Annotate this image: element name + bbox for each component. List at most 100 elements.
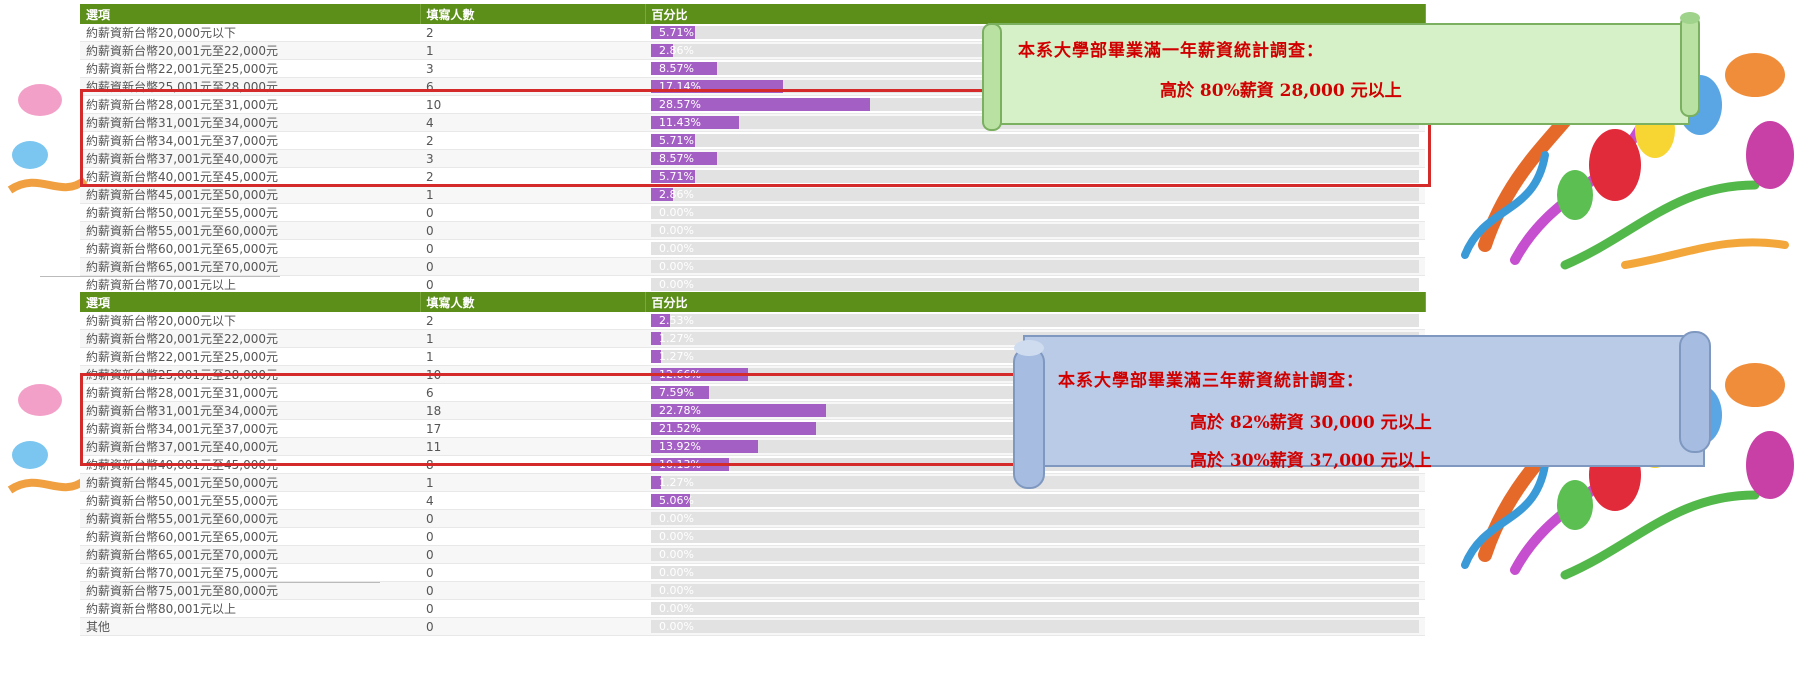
table-row: 約薪資新台幣60,001元至65,000元 0 0.00% bbox=[80, 239, 1425, 258]
percent-label: 0.00% bbox=[659, 620, 694, 633]
percent-cell: 5.71% bbox=[645, 167, 1425, 186]
option-label: 約薪資新台幣60,001元至65,000元 bbox=[80, 239, 420, 258]
percent-label: 10.13% bbox=[659, 458, 701, 471]
percent-label: 5.71% bbox=[659, 170, 694, 183]
column-header-percent: 百分比 bbox=[645, 292, 1426, 312]
percent-label: 0.00% bbox=[659, 566, 694, 579]
percent-label: 13.92% bbox=[659, 440, 701, 453]
percent-label: 0.00% bbox=[659, 206, 694, 219]
option-label: 約薪資新台幣22,001元至25,000元 bbox=[80, 59, 420, 78]
respondent-count: 6 bbox=[420, 383, 645, 402]
table-row: 約薪資新台幣65,001元至70,000元 0 0.00% bbox=[80, 257, 1425, 276]
respondent-count: 0 bbox=[420, 563, 645, 582]
percent-cell: 0.00% bbox=[645, 275, 1425, 294]
option-label: 約薪資新台幣75,001元至80,000元 bbox=[80, 581, 420, 600]
percent-label: 1.27% bbox=[659, 476, 694, 489]
percent-label: 0.00% bbox=[659, 242, 694, 255]
respondent-count: 0 bbox=[420, 509, 645, 528]
percent-label: 0.00% bbox=[659, 602, 694, 615]
respondent-count: 8 bbox=[420, 455, 645, 474]
option-label: 約薪資新台幣37,001元至40,000元 bbox=[80, 437, 420, 456]
percent-bar-track: 0.00% bbox=[651, 602, 1419, 615]
respondent-count: 0 bbox=[420, 581, 645, 600]
percent-label: 0.00% bbox=[659, 530, 694, 543]
table-row: 約薪資新台幣55,001元至60,000元 0 0.00% bbox=[80, 509, 1425, 528]
banner-one-year-title: 本系大學部畢業滿一年薪資統計調查： bbox=[1018, 41, 1324, 61]
percent-label: 0.00% bbox=[659, 278, 694, 291]
option-label: 約薪資新台幣70,001元至75,000元 bbox=[80, 563, 420, 582]
table-row: 約薪資新台幣60,001元至65,000元 0 0.00% bbox=[80, 527, 1425, 546]
table-row: 約薪資新台幣70,001元以上 0 0.00% bbox=[80, 275, 1425, 294]
percent-cell: 0.00% bbox=[645, 599, 1425, 618]
percent-label: 8.57% bbox=[659, 62, 694, 75]
option-label: 其他 bbox=[80, 617, 420, 636]
percent-label: 2.53% bbox=[659, 314, 694, 327]
percent-label: 1.27% bbox=[659, 332, 694, 345]
banner-three-year-line-2: 高於 30%薪資 37,000 元以上 bbox=[1190, 451, 1432, 471]
respondent-count: 0 bbox=[420, 599, 645, 618]
divider bbox=[120, 582, 380, 583]
table-row: 約薪資新台幣20,000元以下 2 2.53% bbox=[80, 312, 1425, 330]
respondent-count: 0 bbox=[420, 221, 645, 240]
respondent-count: 0 bbox=[420, 527, 645, 546]
percent-label: 5.71% bbox=[659, 26, 694, 39]
table-row: 約薪資新台幣55,001元至60,000元 0 0.00% bbox=[80, 221, 1425, 240]
percent-cell: 8.57% bbox=[645, 149, 1425, 168]
percent-bar-track: 0.00% bbox=[651, 224, 1419, 237]
banner-three-year-line-1: 高於 82%薪資 30,000 元以上 bbox=[1190, 413, 1432, 433]
percent-cell: 0.00% bbox=[645, 239, 1425, 258]
percent-label: 0.00% bbox=[659, 548, 694, 561]
percent-label: 5.06% bbox=[659, 494, 694, 507]
option-label: 約薪資新台幣40,001元至45,000元 bbox=[80, 167, 420, 186]
percent-bar-track: 0.00% bbox=[651, 260, 1419, 273]
option-label: 約薪資新台幣28,001元至31,000元 bbox=[80, 95, 420, 114]
respondent-count: 3 bbox=[420, 59, 645, 78]
table-row: 約薪資新台幣80,001元以上 0 0.00% bbox=[80, 599, 1425, 618]
column-header-option: 選項 bbox=[80, 292, 421, 312]
option-label: 約薪資新台幣34,001元至37,000元 bbox=[80, 131, 420, 150]
percent-bar-track: 0.00% bbox=[651, 530, 1419, 543]
respondent-count: 1 bbox=[420, 473, 645, 492]
percent-bar-track: 0.00% bbox=[651, 620, 1419, 633]
percent-label: 21.52% bbox=[659, 422, 701, 435]
percent-cell: 0.00% bbox=[645, 203, 1425, 222]
respondent-count: 2 bbox=[420, 167, 645, 186]
respondent-count: 4 bbox=[420, 491, 645, 510]
option-label: 約薪資新台幣65,001元至70,000元 bbox=[80, 257, 420, 276]
option-label: 約薪資新台幣20,000元以下 bbox=[80, 312, 420, 330]
table-row: 約薪資新台幣40,001元至45,000元 2 5.71% bbox=[80, 167, 1425, 186]
percent-cell: 0.00% bbox=[645, 617, 1425, 636]
percent-label: 0.00% bbox=[659, 512, 694, 525]
option-label: 約薪資新台幣20,001元至22,000元 bbox=[80, 329, 420, 348]
banner-three-year-title: 本系大學部畢業滿三年薪資統計調查： bbox=[1058, 371, 1364, 391]
option-label: 約薪資新台幣34,001元至37,000元 bbox=[80, 419, 420, 438]
respondent-count: 1 bbox=[420, 41, 645, 60]
divider bbox=[40, 276, 280, 277]
respondent-count: 0 bbox=[420, 257, 645, 276]
respondent-count: 17 bbox=[420, 419, 645, 438]
percent-cell: 2.86% bbox=[645, 185, 1425, 204]
respondent-count: 1 bbox=[420, 347, 645, 366]
respondent-count: 2 bbox=[420, 312, 645, 330]
option-label: 約薪資新台幣65,001元至70,000元 bbox=[80, 545, 420, 564]
option-label: 約薪資新台幣55,001元至60,000元 bbox=[80, 509, 420, 528]
respondent-count: 4 bbox=[420, 113, 645, 132]
option-label: 約薪資新台幣40,001元至45,000元 bbox=[80, 455, 420, 474]
table-row: 約薪資新台幣45,001元至50,000元 1 2.86% bbox=[80, 185, 1425, 204]
percent-label: 0.00% bbox=[659, 224, 694, 237]
percent-label: 5.71% bbox=[659, 134, 694, 147]
option-label: 約薪資新台幣28,001元至31,000元 bbox=[80, 383, 420, 402]
respondent-count: 2 bbox=[420, 131, 645, 150]
option-label: 約薪資新台幣55,001元至60,000元 bbox=[80, 221, 420, 240]
column-header-count: 填寫人數 bbox=[420, 4, 646, 24]
table-row: 約薪資新台幣65,001元至70,000元 0 0.00% bbox=[80, 545, 1425, 564]
respondent-count: 2 bbox=[420, 24, 645, 42]
swirl-decoration-icon bbox=[7, 384, 88, 494]
percent-bar-track: 0.00% bbox=[651, 512, 1419, 525]
respondent-count: 1 bbox=[420, 185, 645, 204]
percent-bar-track: 0.00% bbox=[651, 548, 1419, 561]
table-row: 約薪資新台幣75,001元至80,000元 0 0.00% bbox=[80, 581, 1425, 600]
table-row: 其他 0 0.00% bbox=[80, 617, 1425, 636]
percent-cell: 0.00% bbox=[645, 257, 1425, 276]
option-label: 約薪資新台幣20,001元至22,000元 bbox=[80, 41, 420, 60]
